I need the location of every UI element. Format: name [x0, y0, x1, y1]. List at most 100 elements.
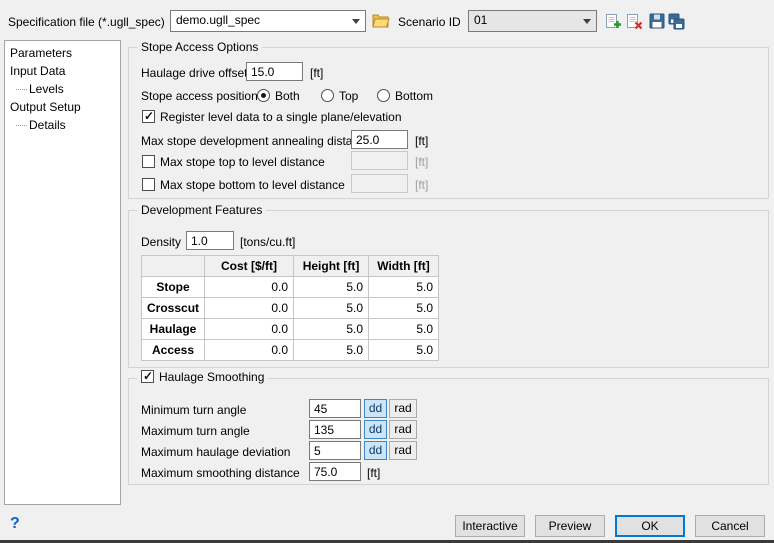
max-smoothing-distance-input[interactable]	[309, 462, 361, 481]
save-all-icon[interactable]	[668, 13, 686, 30]
register-level-checkbox[interactable]	[142, 110, 155, 123]
scenario-id-combobox[interactable]: 01	[468, 10, 597, 32]
row-label: Crosscut	[142, 298, 205, 319]
sidebar-item-label: Parameters	[10, 46, 72, 60]
row-label: Stope	[142, 277, 205, 298]
stope-access-options-group: Stope Access Options Haulage drive offse…	[128, 47, 769, 199]
max-stope-top-label: Max stope top to level distance	[160, 155, 325, 169]
max-stope-bottom-input	[351, 174, 408, 193]
density-label: Density	[141, 235, 181, 249]
table-row: Stope 0.0 5.0 5.0	[142, 277, 439, 298]
dialog: Specification file (*.ugll_spec) demo.ug…	[0, 0, 774, 543]
group-title: Development Features	[137, 203, 266, 217]
haulage-drive-offset-unit: [ft]	[310, 66, 323, 80]
sidebar-item-output-setup[interactable]: Output Setup	[5, 98, 120, 116]
table-header-row: Cost [$/ft] Height [ft] Width [ft]	[142, 256, 439, 277]
sidebar-item-details[interactable]: Details	[5, 116, 120, 134]
width-cell[interactable]: 5.0	[369, 277, 439, 298]
group-title: Stope Access Options	[137, 40, 262, 54]
height-cell[interactable]: 5.0	[294, 340, 369, 361]
interactive-button[interactable]: Interactive	[455, 515, 525, 537]
max-haulage-deviation-input[interactable]	[309, 441, 361, 460]
max-stope-bottom-unit: [ft]	[415, 178, 428, 192]
chevron-down-icon	[352, 19, 360, 24]
haulage-smoothing-group: Haulage Smoothing Minimum turn angle dd …	[128, 378, 769, 485]
radio-bottom[interactable]	[377, 89, 390, 102]
sidebar-item-levels[interactable]: Levels	[5, 80, 120, 98]
navigation-tree: Parameters Input Data Levels Output Setu…	[4, 40, 121, 505]
width-cell[interactable]: 5.0	[369, 298, 439, 319]
help-icon[interactable]: ?	[10, 515, 20, 533]
table-row: Crosscut 0.0 5.0 5.0	[142, 298, 439, 319]
group-title: Haulage Smoothing	[137, 370, 268, 386]
density-unit: [tons/cu.ft]	[240, 235, 295, 249]
max-haulage-deviation-dd-button[interactable]: dd	[364, 441, 387, 460]
annealing-distance-unit: [ft]	[415, 134, 428, 148]
spec-file-label: Specification file (*.ugll_spec)	[8, 15, 165, 29]
new-scenario-icon[interactable]	[605, 13, 623, 30]
preview-button[interactable]: Preview	[535, 515, 605, 537]
max-smoothing-distance-unit: [ft]	[367, 466, 380, 480]
sidebar-item-label: Output Setup	[10, 100, 81, 114]
sidebar-item-label: Details	[29, 118, 66, 132]
width-header-cell: Width [ft]	[369, 256, 439, 277]
development-table: Cost [$/ft] Height [ft] Width [ft] Stope…	[141, 255, 439, 361]
min-turn-angle-input[interactable]	[309, 399, 361, 418]
width-cell[interactable]: 5.0	[369, 340, 439, 361]
register-level-label: Register level data to a single plane/el…	[160, 110, 402, 124]
sidebar-item-parameters[interactable]: Parameters	[5, 44, 120, 62]
radio-top-label: Top	[339, 89, 358, 103]
cancel-button[interactable]: Cancel	[695, 515, 765, 537]
tree-connector	[16, 89, 27, 90]
haulage-drive-offset-input[interactable]	[246, 62, 303, 81]
haulage-smoothing-title: Haulage Smoothing	[159, 370, 264, 384]
max-stope-bottom-label: Max stope bottom to level distance	[160, 178, 345, 192]
max-turn-angle-label: Maximum turn angle	[141, 424, 250, 438]
height-cell[interactable]: 5.0	[294, 277, 369, 298]
haulage-smoothing-checkbox[interactable]	[141, 370, 154, 383]
stope-access-position-label: Stope access position	[141, 89, 258, 103]
radio-both[interactable]	[257, 89, 270, 102]
development-features-group: Development Features Density [tons/cu.ft…	[128, 210, 769, 368]
max-haulage-deviation-rad-button[interactable]: rad	[389, 441, 417, 460]
height-cell[interactable]: 5.0	[294, 298, 369, 319]
sidebar-item-label: Levels	[29, 82, 64, 96]
radio-bottom-label: Bottom	[395, 89, 433, 103]
delete-scenario-icon[interactable]	[626, 13, 644, 30]
max-stope-top-input	[351, 151, 408, 170]
save-icon[interactable]	[649, 13, 667, 30]
scenario-id-label: Scenario ID	[398, 15, 461, 29]
max-stope-top-checkbox[interactable]	[142, 155, 155, 168]
cost-cell[interactable]: 0.0	[205, 298, 294, 319]
max-stope-bottom-checkbox[interactable]	[142, 178, 155, 191]
cost-cell[interactable]: 0.0	[205, 340, 294, 361]
table-row: Haulage 0.0 5.0 5.0	[142, 319, 439, 340]
radio-top[interactable]	[321, 89, 334, 102]
max-haulage-deviation-label: Maximum haulage deviation	[141, 445, 290, 459]
spec-file-value: demo.ugll_spec	[176, 13, 260, 27]
row-label: Haulage	[142, 319, 205, 340]
min-turn-angle-dd-button[interactable]: dd	[364, 399, 387, 418]
sidebar-item-input-data[interactable]: Input Data	[5, 62, 120, 80]
spec-file-combobox[interactable]: demo.ugll_spec	[170, 10, 366, 32]
max-turn-angle-dd-button[interactable]: dd	[364, 420, 387, 439]
max-turn-angle-input[interactable]	[309, 420, 361, 439]
open-folder-icon[interactable]	[372, 13, 390, 30]
min-turn-angle-label: Minimum turn angle	[141, 403, 246, 417]
cost-cell[interactable]: 0.0	[205, 319, 294, 340]
annealing-distance-input[interactable]	[351, 130, 408, 149]
radio-both-label: Both	[275, 89, 300, 103]
height-cell[interactable]: 5.0	[294, 319, 369, 340]
max-turn-angle-rad-button[interactable]: rad	[389, 420, 417, 439]
width-cell[interactable]: 5.0	[369, 319, 439, 340]
cost-cell[interactable]: 0.0	[205, 277, 294, 298]
density-input[interactable]	[186, 231, 234, 250]
haulage-drive-offset-label: Haulage drive offset	[141, 66, 248, 80]
min-turn-angle-rad-button[interactable]: rad	[389, 399, 417, 418]
height-header-cell: Height [ft]	[294, 256, 369, 277]
table-row: Access 0.0 5.0 5.0	[142, 340, 439, 361]
max-stope-top-unit: [ft]	[415, 155, 428, 169]
max-smoothing-distance-label: Maximum smoothing distance	[141, 466, 300, 480]
row-label: Access	[142, 340, 205, 361]
ok-button[interactable]: OK	[615, 515, 685, 537]
